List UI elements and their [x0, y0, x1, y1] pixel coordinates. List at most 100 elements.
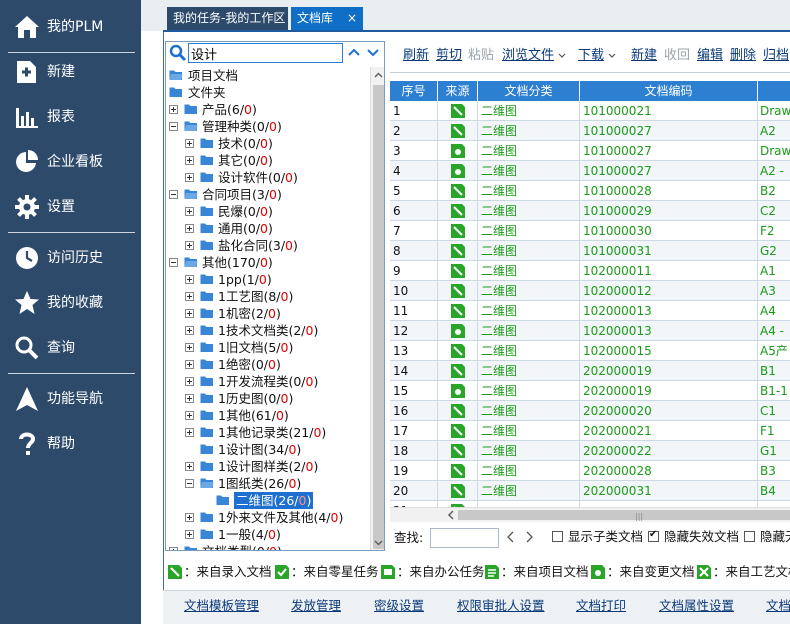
table-row[interactable]: 14 二维图 202000019 B1 — [390, 361, 790, 381]
permission-approver-settings-link[interactable]: 权限审批人设置 — [457, 598, 545, 614]
tree-node[interactable]: 文件夹 — [166, 84, 370, 101]
table-row[interactable]: 2 二维图 101000027 A2 — [390, 121, 790, 141]
nav-item-query[interactable]: 查询 — [0, 330, 141, 366]
tree-node[interactable]: 1旧文档(5/0) — [166, 339, 370, 356]
nav-item-favorites[interactable]: 我的收藏 — [0, 285, 141, 321]
collapse-icon[interactable] — [185, 479, 194, 488]
tree-node[interactable]: 1pp(1/0) — [166, 271, 370, 288]
table-row[interactable]: 10 二维图 102000012 A3 — [390, 281, 790, 301]
tree-node[interactable]: 产品(6/0) — [166, 101, 370, 118]
table-row[interactable]: 15 二维图 202000019 B1-1 — [390, 381, 790, 401]
close-icon[interactable]: × — [347, 7, 357, 30]
expand-icon[interactable] — [185, 513, 194, 522]
table-row[interactable]: 11 二维图 102000013 A4 — [390, 301, 790, 321]
tree-node[interactable]: 1绝密(0/0) — [166, 356, 370, 373]
nav-item-history[interactable]: 访问历史 — [0, 240, 141, 276]
tree-node[interactable]: 技术(0/0) — [166, 135, 370, 152]
grid-horizontal-scrollbar[interactable]: ||| — [390, 507, 790, 522]
expand-icon[interactable] — [185, 343, 194, 352]
tree-node[interactable]: 合同项目(3/0) — [166, 186, 370, 203]
table-row[interactable]: 16 二维图 202000020 C1 — [390, 401, 790, 421]
tree-node[interactable]: 1其他记录类(21/0) — [166, 424, 370, 441]
tree-node[interactable]: 通用(0/0) — [166, 220, 370, 237]
table-row[interactable]: 5 二维图 101000028 B2 — [390, 181, 790, 201]
table-row[interactable]: 9 二维图 102000011 A1 — [390, 261, 790, 281]
table-row[interactable]: 13 二维图 102000015 A5产 — [390, 341, 790, 361]
expand-icon[interactable] — [169, 547, 178, 551]
collapse-icon[interactable] — [169, 258, 178, 267]
expand-icon[interactable] — [185, 275, 194, 284]
table-row[interactable]: 12 二维图 102000013 A4 - — [390, 321, 790, 341]
expand-icon[interactable] — [185, 326, 194, 335]
expand-icon[interactable] — [185, 428, 194, 437]
chevron-down-icon[interactable] — [366, 45, 380, 59]
tree-node[interactable]: 1一般(4/0) — [166, 526, 370, 543]
expand-icon[interactable] — [185, 377, 194, 386]
nav-item-dashboard[interactable]: 企业看板 — [0, 144, 141, 180]
expand-icon[interactable] — [185, 241, 194, 250]
expand-icon[interactable] — [185, 224, 194, 233]
expand-icon[interactable] — [185, 360, 194, 369]
expand-icon[interactable] — [185, 530, 194, 539]
column-header-seq[interactable]: 序号 — [390, 81, 438, 101]
nav-item-settings[interactable]: 设置 — [0, 189, 141, 225]
column-header-category[interactable]: 文档分类 — [478, 81, 580, 101]
scroll-up-icon[interactable] — [372, 69, 385, 82]
tree-node[interactable]: 1开发流程类(0/0) — [166, 373, 370, 390]
tree-node[interactable]: 二维图(26/0) — [166, 492, 370, 509]
tree-node[interactable]: 1其他(61/0) — [166, 407, 370, 424]
collapse-icon[interactable] — [169, 122, 178, 131]
chevron-left-icon[interactable] — [505, 531, 517, 543]
scroll-thumb[interactable] — [373, 85, 384, 549]
expand-icon[interactable] — [185, 207, 194, 216]
cut-button[interactable]: 剪切 — [436, 47, 462, 65]
tree-node[interactable]: 其他(170/0) — [166, 254, 370, 271]
download-button[interactable]: 下载 — [578, 47, 616, 65]
tab-document-library[interactable]: 文档库 × — [291, 7, 363, 30]
table-row[interactable]: 20 二维图 202000031 B4 — [390, 481, 790, 501]
column-header-source[interactable]: 来源 — [438, 81, 478, 101]
tree-node[interactable]: 1设计图样类(2/0) — [166, 458, 370, 475]
table-row[interactable]: 4 二维图 101000027 A2 - — [390, 161, 790, 181]
expand-icon[interactable] — [185, 292, 194, 301]
expand-icon[interactable] — [185, 411, 194, 420]
tree-node[interactable]: 1图纸类(26/0) — [166, 475, 370, 492]
new-document-button[interactable]: 新建 — [631, 47, 657, 65]
tree-node[interactable]: 1设计图(34/0) — [166, 441, 370, 458]
table-row[interactable]: 18 二维图 202000022 G1 — [390, 441, 790, 461]
delete-button[interactable]: 删除 — [730, 47, 756, 65]
table-row[interactable]: 6 二维图 101000029 C2 — [390, 201, 790, 221]
expand-icon[interactable] — [185, 173, 194, 182]
recall-button[interactable]: 收回 — [664, 47, 690, 65]
column-header-code[interactable]: 文档编码 — [580, 81, 758, 101]
search-icon[interactable] — [169, 44, 187, 62]
table-row[interactable]: 3 二维图 101000027 Draw — [390, 141, 790, 161]
column-header-name[interactable] — [758, 81, 790, 101]
tree-node[interactable]: 文档类型(0/0) — [166, 543, 370, 551]
tree-vertical-scrollbar[interactable] — [370, 67, 385, 550]
tree-node[interactable]: 1工艺图(8/0) — [166, 288, 370, 305]
tree-node[interactable]: 1机密(2/0) — [166, 305, 370, 322]
expand-icon[interactable] — [185, 462, 194, 471]
tree-node[interactable]: 其它(0/0) — [166, 152, 370, 169]
browse-file-button[interactable]: 浏览文件 — [502, 47, 566, 65]
tree-node[interactable]: 1外来文件及其他(4/0) — [166, 509, 370, 526]
paste-button[interactable]: 粘贴 — [468, 47, 494, 65]
nav-item-reports[interactable]: 报表 — [0, 99, 141, 135]
tab-my-work[interactable]: 我的任务-我的工作区 — [167, 7, 288, 30]
collapse-icon[interactable] — [169, 190, 178, 199]
scroll-left-icon[interactable] — [445, 509, 457, 521]
nav-item-new[interactable]: 新建 — [0, 54, 141, 90]
scroll-thumb[interactable]: ||| — [458, 510, 790, 521]
expand-icon[interactable] — [169, 105, 178, 114]
tree-node[interactable]: 项目文档 — [166, 67, 370, 84]
refresh-button[interactable]: 刷新 — [403, 47, 429, 65]
table-row[interactable]: 8 二维图 101000031 G2 — [390, 241, 790, 261]
expand-icon[interactable] — [185, 394, 194, 403]
expand-icon[interactable] — [185, 309, 194, 318]
find-input[interactable] — [430, 528, 499, 548]
nav-item-my-plm[interactable]: 我的PLM — [0, 9, 141, 45]
table-row[interactable]: 19 二维图 202000028 B3 — [390, 461, 790, 481]
tree-node[interactable]: 管理种类(0/0) — [166, 118, 370, 135]
tree-node[interactable]: 1技术文档类(2/0) — [166, 322, 370, 339]
